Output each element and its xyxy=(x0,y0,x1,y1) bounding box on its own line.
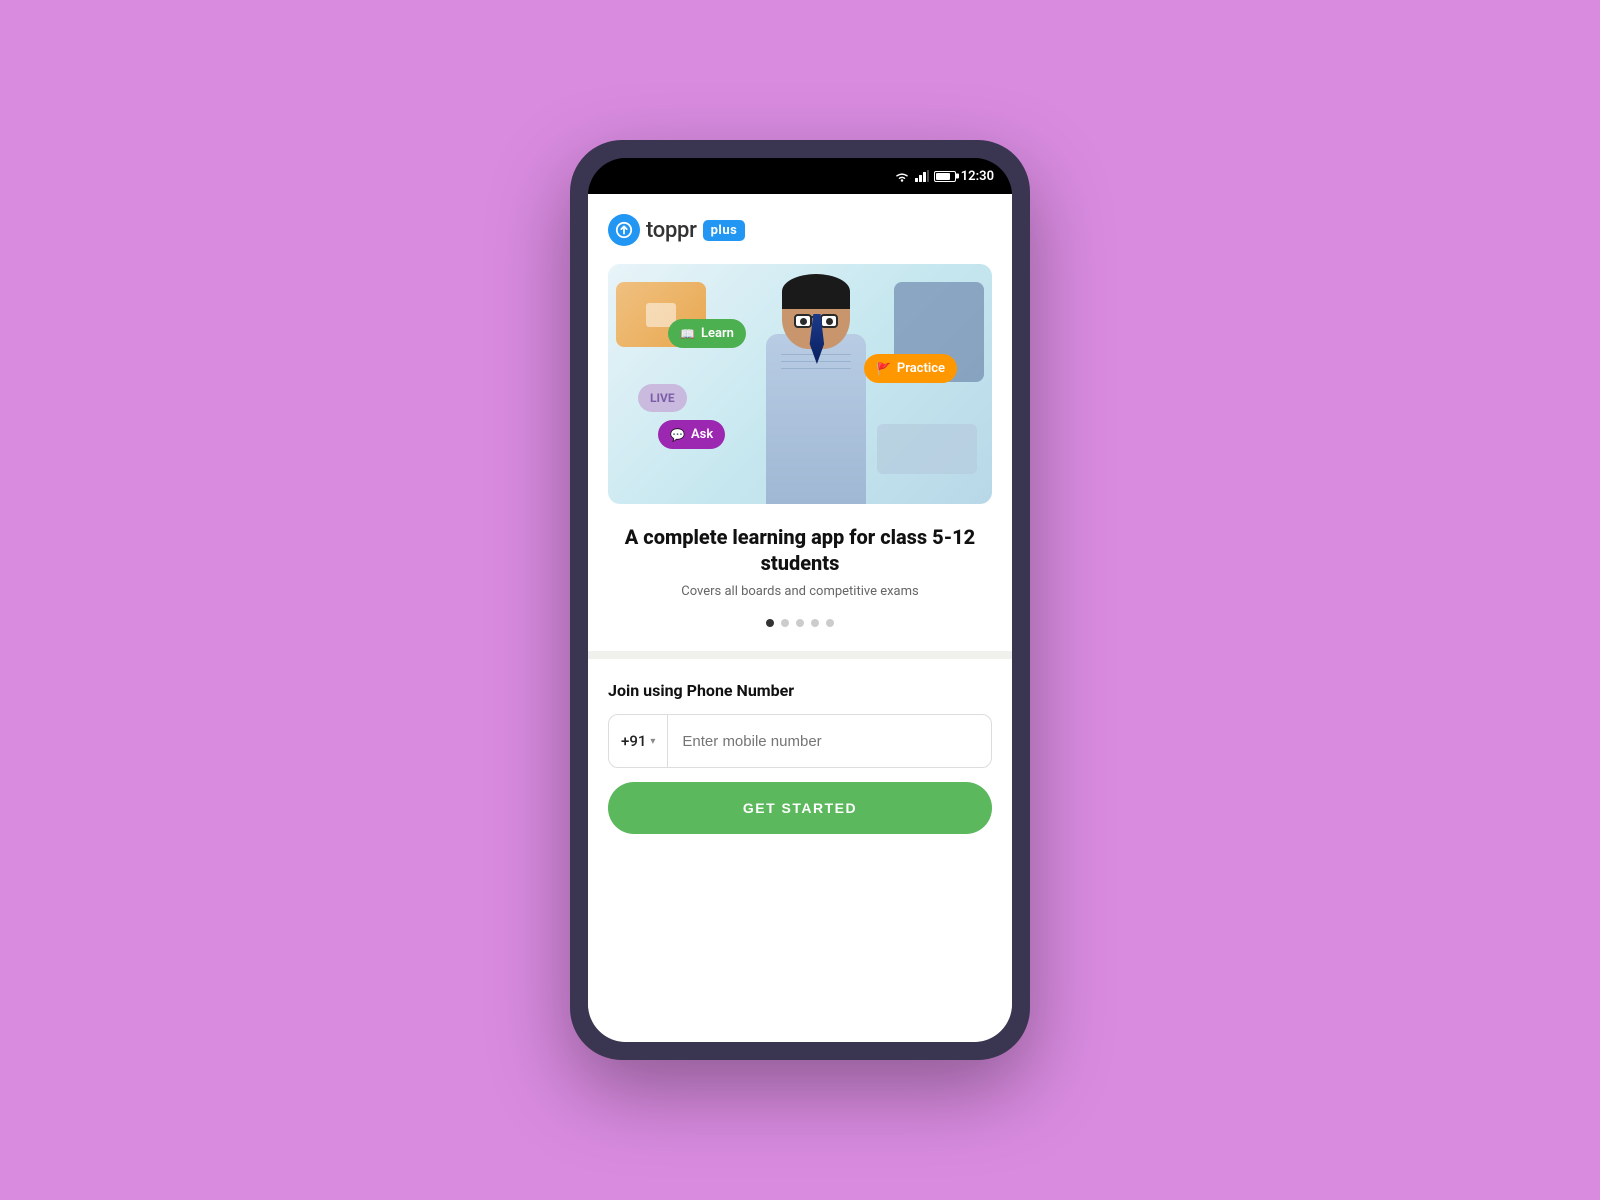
dot-1[interactable] xyxy=(766,619,774,627)
badge-practice: 🚩 Practice xyxy=(864,354,957,383)
headline-section: A complete learning app for class 5-12 s… xyxy=(608,524,992,615)
app-screen: toppr plus xyxy=(588,194,1012,1042)
dot-4[interactable] xyxy=(811,619,819,627)
badge-live: LIVE xyxy=(638,384,687,412)
status-icons: 12:30 xyxy=(894,169,994,184)
plus-badge: plus xyxy=(703,220,746,241)
carousel-dots[interactable] xyxy=(608,619,992,627)
logo-row: toppr plus xyxy=(608,214,992,246)
get-started-button[interactable]: GET STARTED xyxy=(608,782,992,834)
brand-name: toppr xyxy=(646,218,697,243)
dot-3[interactable] xyxy=(796,619,804,627)
join-section: Join using Phone Number +91 ▾ GET STARTE… xyxy=(588,659,1012,1042)
headline-title: A complete learning app for class 5-12 s… xyxy=(618,524,982,576)
toppr-logo-icon xyxy=(608,214,640,246)
badge-ask: 💬 Ask xyxy=(658,420,725,449)
wifi-icon xyxy=(894,170,910,182)
phone-number-input[interactable] xyxy=(668,715,991,767)
student-figure xyxy=(736,284,896,504)
join-title: Join using Phone Number xyxy=(608,681,992,700)
badge-learn: 📖 Learn xyxy=(668,319,746,348)
section-divider xyxy=(588,651,1012,659)
headline-subtitle: Covers all boards and competitive exams xyxy=(618,584,982,599)
country-code-selector[interactable]: +91 ▾ xyxy=(609,715,668,767)
hero-section: toppr plus xyxy=(588,194,1012,651)
phone-device: 12:30 toppr plus xyxy=(570,140,1030,1060)
dot-5[interactable] xyxy=(826,619,834,627)
chevron-down-icon: ▾ xyxy=(650,736,655,747)
phone-input-row[interactable]: +91 ▾ xyxy=(608,714,992,768)
phone-screen: 12:30 toppr plus xyxy=(588,158,1012,1042)
status-time: 12:30 xyxy=(961,169,994,184)
status-bar: 12:30 xyxy=(588,158,1012,194)
carousel-area[interactable]: 📖 Learn 🚩 Practice LIVE 💬 Ask xyxy=(608,264,992,504)
dot-2[interactable] xyxy=(781,619,789,627)
signal-icon xyxy=(915,170,929,182)
flag-icon: 🚩 xyxy=(876,362,891,376)
battery-icon xyxy=(934,171,956,182)
book-icon: 📖 xyxy=(680,327,695,341)
chat-icon: 💬 xyxy=(670,428,685,442)
country-code-text: +91 xyxy=(621,732,646,750)
